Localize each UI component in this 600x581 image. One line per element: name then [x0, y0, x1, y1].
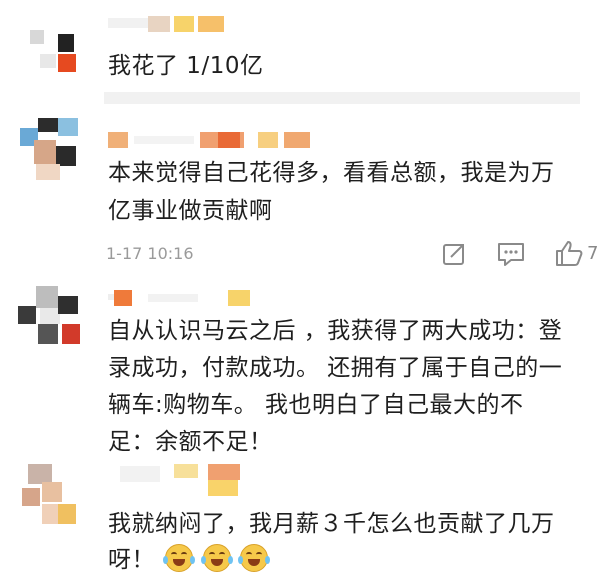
avatar[interactable] [18, 286, 80, 346]
username-blurred[interactable] [108, 14, 228, 34]
username-blurred[interactable] [108, 462, 268, 498]
comment-text-line-2: 录成功，付款成功。 还拥有了属于自己的一 [108, 355, 563, 381]
comment-timestamp: 1-17 10:16 [106, 244, 194, 263]
comment-text-line-3: 辆车:购物车。 我也明白了自己最大的不 [108, 392, 524, 418]
blurred-divider [104, 92, 580, 104]
comment-text-line-2: 呀！ [108, 542, 271, 578]
comment-text: 我花了 1/10亿 [108, 53, 264, 79]
laugh-cry-emoji [238, 544, 271, 572]
share-icon[interactable] [440, 240, 468, 268]
comment-text-line-1: 我就纳闷了，我月薪３千怎么也贡献了几万 [108, 511, 555, 537]
avatar[interactable] [20, 20, 78, 78]
like-icon[interactable] [554, 238, 584, 268]
comment-text: 呀！ [108, 547, 155, 573]
avatar[interactable] [18, 464, 76, 526]
username-blurred[interactable] [108, 130, 328, 150]
comment-text-line-4: 足：余额不足！ [108, 429, 273, 455]
laugh-cry-emoji [200, 544, 233, 572]
like-count: 7 [587, 243, 599, 264]
comment-text-line-1: 自从认识马云之后 ，我获得了两大成功：登 [108, 318, 563, 344]
comment-icon[interactable] [496, 240, 526, 268]
laugh-cry-emoji [162, 544, 195, 572]
username-blurred[interactable] [108, 288, 250, 308]
comment-text-line-1: 本来觉得自己花得多，看看总额，我是为万 [108, 160, 555, 186]
avatar[interactable] [20, 118, 78, 180]
comment-text-line-2: 亿事业做贡献啊 [108, 198, 273, 224]
